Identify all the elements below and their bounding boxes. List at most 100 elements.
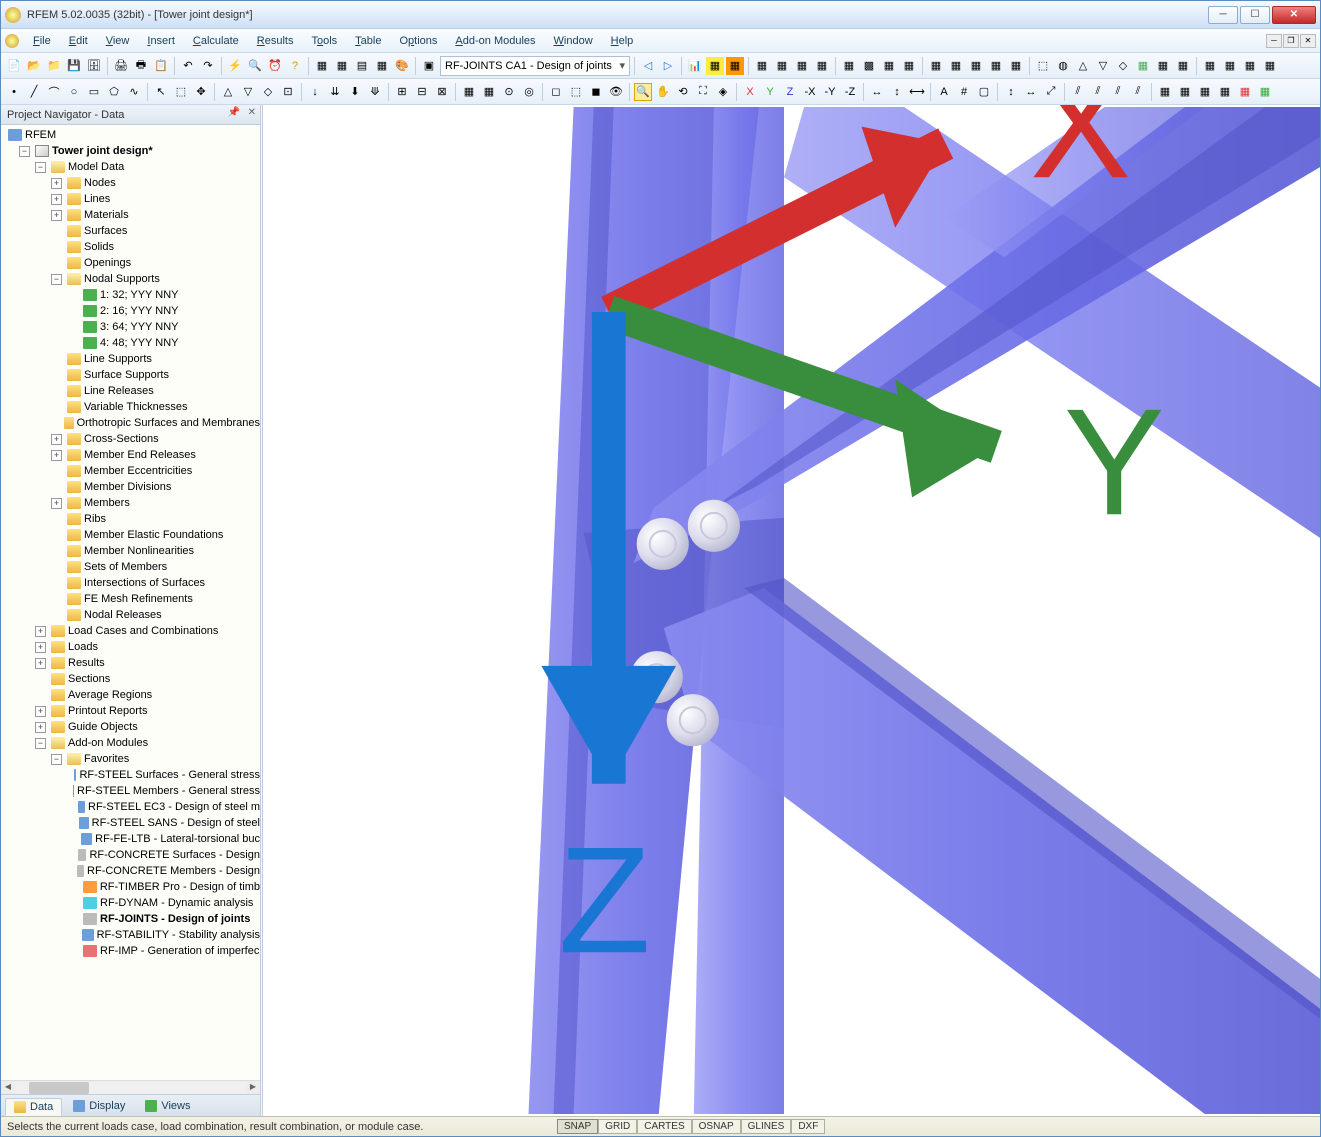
u8-icon[interactable]: ▦: [1174, 57, 1192, 75]
nav-tab-display[interactable]: Display: [64, 1097, 134, 1115]
tree-materials[interactable]: +Materials: [1, 207, 260, 223]
end1-icon[interactable]: ▦: [1156, 83, 1174, 101]
load2-icon[interactable]: ⇊: [326, 83, 344, 101]
snap-icon[interactable]: ⊙: [500, 83, 518, 101]
sup4-icon[interactable]: ⊡: [279, 83, 297, 101]
tree-member-divisions[interactable]: Member Divisions: [1, 479, 260, 495]
app3-icon[interactable]: ▤: [353, 57, 371, 75]
s1-icon[interactable]: ▦: [840, 57, 858, 75]
hide-icon[interactable]: 👁: [607, 83, 625, 101]
3d-viewport[interactable]: X Y Z: [263, 105, 1320, 1116]
tree-rf-concrete-surf[interactable]: RF-CONCRETE Surfaces - Design: [1, 847, 260, 863]
tree-rf-fe-ltb[interactable]: RF-FE-LTB - Lateral-torsional buc: [1, 831, 260, 847]
status-cartes[interactable]: CARTES: [637, 1119, 691, 1134]
tree-results[interactable]: +Results: [1, 655, 260, 671]
ax-z-icon[interactable]: Z: [781, 83, 799, 101]
arc-icon[interactable]: ⌒: [45, 83, 63, 101]
menu-results[interactable]: Results: [249, 33, 302, 49]
w1-icon[interactable]: ▦: [706, 57, 724, 75]
ax-my-icon[interactable]: -Y: [821, 83, 839, 101]
palette-icon[interactable]: 🎨: [393, 57, 411, 75]
dim3-icon[interactable]: ⟷: [908, 83, 926, 101]
node-icon[interactable]: •: [5, 83, 23, 101]
tree-member-end-releases[interactable]: +Member End Releases: [1, 447, 260, 463]
load-case-combo[interactable]: RF-JOINTS CA1 - Design of joints: [440, 56, 630, 76]
menu-calculate[interactable]: Calculate: [185, 33, 247, 49]
end3-icon[interactable]: ▦: [1196, 83, 1214, 101]
rotate-icon[interactable]: ⟲: [674, 83, 692, 101]
tree-loads[interactable]: +Loads: [1, 639, 260, 655]
view1-icon[interactable]: ◻: [547, 83, 565, 101]
tree-member-elastic[interactable]: Member Elastic Foundations: [1, 527, 260, 543]
magnify-icon[interactable]: 🔍: [246, 57, 264, 75]
next-icon[interactable]: ▷: [659, 57, 677, 75]
ax-mz-icon[interactable]: -Z: [841, 83, 859, 101]
tree-member-nonlin[interactable]: Member Nonlinearities: [1, 543, 260, 559]
navigator-tree[interactable]: RFEM −Tower joint design* −Model Data +N…: [1, 125, 260, 1080]
line-icon[interactable]: ╱: [25, 83, 43, 101]
t1-icon[interactable]: ▦: [927, 57, 945, 75]
tree-ns2[interactable]: 2: 16; YYY NNY: [1, 303, 260, 319]
mdi-restore[interactable]: ❐: [1283, 34, 1299, 48]
tree-members[interactable]: +Members: [1, 495, 260, 511]
menu-insert[interactable]: Insert: [139, 33, 183, 49]
status-snap[interactable]: SNAP: [557, 1119, 598, 1134]
load1-icon[interactable]: ↓: [306, 83, 324, 101]
menu-help[interactable]: Help: [603, 33, 642, 49]
tree-root[interactable]: RFEM: [1, 127, 260, 143]
tree-variable-thicknesses[interactable]: Variable Thicknesses: [1, 399, 260, 415]
tree-line-releases[interactable]: Line Releases: [1, 383, 260, 399]
dim2-icon[interactable]: ↕: [888, 83, 906, 101]
report-icon[interactable]: 📋: [152, 57, 170, 75]
sup1-icon[interactable]: △: [219, 83, 237, 101]
u4-icon[interactable]: ▽: [1094, 57, 1112, 75]
wireframe-icon[interactable]: ⬚: [567, 83, 585, 101]
tree-openings[interactable]: Openings: [1, 255, 260, 271]
u3-icon[interactable]: △: [1074, 57, 1092, 75]
status-grid[interactable]: GRID: [598, 1119, 637, 1134]
spline-icon[interactable]: ∿: [125, 83, 143, 101]
print-icon[interactable]: 🖨: [112, 57, 130, 75]
cs-x-icon[interactable]: ↕: [1002, 83, 1020, 101]
undo-icon[interactable]: ↶: [179, 57, 197, 75]
mdi-close[interactable]: ✕: [1300, 34, 1316, 48]
tree-surfaces[interactable]: Surfaces: [1, 223, 260, 239]
save-icon[interactable]: 💾: [65, 57, 83, 75]
nav-tab-data[interactable]: Data: [5, 1098, 62, 1116]
tree-rf-timber[interactable]: RF-TIMBER Pro - Design of timb: [1, 879, 260, 895]
t2-icon[interactable]: ▦: [947, 57, 965, 75]
new-icon[interactable]: 📄: [5, 57, 23, 75]
tree-addon-modules[interactable]: −Add-on Modules: [1, 735, 260, 751]
tree-rf-dynam[interactable]: RF-DYNAM - Dynamic analysis: [1, 895, 260, 911]
tree-cross-sections[interactable]: +Cross-Sections: [1, 431, 260, 447]
tree-model-data[interactable]: −Model Data: [1, 159, 260, 175]
load4-icon[interactable]: ⟱: [366, 83, 384, 101]
tree-nodal-supports[interactable]: −Nodal Supports: [1, 271, 260, 287]
sup2-icon[interactable]: ▽: [239, 83, 257, 101]
tree-rf-steel-ec3[interactable]: RF-STEEL EC3 - Design of steel m: [1, 799, 260, 815]
material-icon[interactable]: ▣: [420, 57, 438, 75]
tree-avg-regions[interactable]: Average Regions: [1, 687, 260, 703]
s2-icon[interactable]: ▩: [860, 57, 878, 75]
r3-icon[interactable]: ▦: [793, 57, 811, 75]
tree-nodal-releases[interactable]: Nodal Releases: [1, 607, 260, 623]
minimize-button[interactable]: ─: [1208, 6, 1238, 24]
u5-icon[interactable]: ◇: [1114, 57, 1132, 75]
rect-icon[interactable]: ▭: [85, 83, 103, 101]
end6-icon[interactable]: ▦: [1256, 83, 1274, 101]
u6-icon[interactable]: ▦: [1134, 57, 1152, 75]
s3-icon[interactable]: ▦: [880, 57, 898, 75]
tree-rf-imp[interactable]: RF-IMP - Generation of imperfec: [1, 943, 260, 959]
app2-icon[interactable]: ▦: [333, 57, 351, 75]
tree-sections[interactable]: Sections: [1, 671, 260, 687]
maximize-button[interactable]: ☐: [1240, 6, 1270, 24]
tree-guide-objects[interactable]: +Guide Objects: [1, 719, 260, 735]
u2-icon[interactable]: ◍: [1054, 57, 1072, 75]
alarm-icon[interactable]: ⏰: [266, 57, 284, 75]
v3-icon[interactable]: ▦: [1241, 57, 1259, 75]
sup3-icon[interactable]: ◇: [259, 83, 277, 101]
cs-z-icon[interactable]: ⤢: [1042, 83, 1060, 101]
tree-load-cases[interactable]: +Load Cases and Combinations: [1, 623, 260, 639]
menu-window[interactable]: Window: [546, 33, 601, 49]
help-icon[interactable]: ?: [286, 57, 304, 75]
